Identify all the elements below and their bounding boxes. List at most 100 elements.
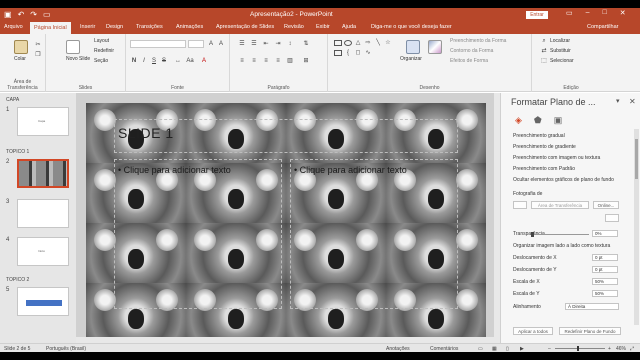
new-slide-button[interactable]: Novo Slide	[66, 56, 90, 62]
arrange-button[interactable]: Organizar	[400, 56, 422, 62]
slide-thumbnail-5[interactable]	[17, 287, 69, 316]
oval-shape-icon[interactable]	[344, 40, 352, 46]
transparency-input[interactable]: 0%	[592, 230, 618, 237]
hide-graphics-checkbox[interactable]: Ocultar elementos gráficos de plano de f…	[513, 177, 614, 183]
increase-indent-icon[interactable]: ⇥	[274, 41, 282, 48]
present-icon[interactable]: ▭	[43, 10, 51, 20]
tab-ajuda[interactable]: Ajuda	[342, 24, 356, 30]
offset-x-input[interactable]: 0 pt	[592, 254, 618, 261]
tab-design[interactable]: Design	[106, 24, 123, 30]
apply-all-button[interactable]: Aplicar a todos	[513, 327, 553, 335]
sorter-view-icon[interactable]: ▦	[492, 346, 497, 352]
arrange-icon[interactable]	[406, 40, 420, 54]
section-topico-1[interactable]: TOPICO 1	[6, 149, 29, 155]
zoom-out-icon[interactable]: –	[548, 346, 551, 352]
decrease-indent-icon[interactable]: ⇤	[262, 41, 270, 48]
quick-styles-icon[interactable]	[428, 40, 442, 54]
gradual-fill-option[interactable]: Preenchimento gradual	[513, 133, 565, 139]
language-indicator[interactable]: Português (Brasil)	[46, 346, 86, 352]
replace-button[interactable]: Substituir	[550, 48, 571, 54]
placeholder-text-right[interactable]: • Clique para adicionar texto	[294, 165, 407, 175]
char-spacing-icon[interactable]: ↔	[174, 58, 182, 65]
signin-button[interactable]: Entrar	[526, 11, 548, 19]
share-button[interactable]: Compartilhar	[587, 24, 618, 30]
scale-x-input[interactable]: 50%	[592, 278, 618, 285]
slideshow-view-icon[interactable]: ▶	[520, 346, 524, 352]
underline-button[interactable]: S	[150, 58, 158, 65]
shrink-font-icon[interactable]: A	[217, 41, 225, 48]
tab-arquivo[interactable]: Arquivo	[4, 24, 23, 30]
tab-transicoes[interactable]: Transições	[136, 24, 163, 30]
comments-button[interactable]: Comentários	[430, 346, 458, 352]
grow-font-icon[interactable]: A	[207, 41, 215, 48]
reset-background-button[interactable]: Redefinir Plano de Fundo	[559, 327, 621, 335]
fill-bucket-icon[interactable]: ◈	[515, 115, 522, 126]
zoom-in-icon[interactable]: +	[608, 346, 611, 352]
tile-texture-checkbox[interactable]: Organizar imagem lado a lado como textur…	[513, 243, 610, 249]
shape-outline-button[interactable]: Contorno da Forma	[450, 48, 493, 54]
transparency-slider[interactable]	[531, 232, 589, 237]
smartart-icon[interactable]: ⊞	[302, 58, 310, 65]
line-shape-icon[interactable]: ╲	[374, 40, 382, 47]
bold-button[interactable]: N	[130, 58, 138, 65]
notes-button[interactable]: Anotações	[386, 346, 410, 352]
picture-fill-option[interactable]: Preenchimento com imagem ou textura	[513, 155, 600, 161]
offset-y-input[interactable]: 0 pt	[592, 266, 618, 273]
slide-thumbnail-2[interactable]	[17, 159, 69, 188]
minimize-icon[interactable]: –	[586, 9, 590, 17]
ribbon-display-icon[interactable]: ▭	[566, 9, 573, 17]
brace-shape-icon[interactable]: {	[344, 50, 352, 57]
pane-scrollbar[interactable]	[634, 129, 639, 325]
line-spacing-icon[interactable]: ↕	[286, 41, 294, 48]
textbox-shape-icon[interactable]	[334, 50, 342, 56]
paste-button[interactable]: Colar	[14, 56, 26, 62]
section-topico-2[interactable]: TOPICO 2	[6, 277, 29, 283]
alignment-select[interactable]: À Direita	[565, 303, 619, 310]
tab-exibir[interactable]: Exibir	[316, 24, 330, 30]
close-icon[interactable]: ✕	[629, 97, 636, 106]
zoom-slider-thumb[interactable]	[577, 346, 579, 351]
callout-shape-icon[interactable]: ◻	[354, 50, 362, 57]
tab-inserir[interactable]: Inserir	[80, 24, 95, 30]
reset-button[interactable]: Redefinir	[94, 48, 114, 54]
paste-icon[interactable]	[14, 40, 28, 54]
clipboard-button[interactable]: Área de Transferência	[531, 201, 589, 209]
pane-options-icon[interactable]: ▾	[616, 97, 620, 105]
slide-canvas[interactable]: SLIDE 1 • Clique para adicionar texto • …	[86, 103, 486, 343]
select-icon[interactable]: ⬚	[540, 58, 548, 65]
content-placeholder-left[interactable]	[114, 159, 282, 309]
placeholder-text-left[interactable]: • Clique para adicionar texto	[118, 165, 231, 175]
columns-icon[interactable]: ▥	[286, 58, 294, 65]
star-shape-icon[interactable]: ☆	[384, 40, 392, 47]
find-icon[interactable]: ⌕	[540, 38, 548, 45]
reading-view-icon[interactable]: ▯	[506, 346, 509, 352]
cut-icon[interactable]: ✂	[34, 42, 42, 49]
copy-icon[interactable]: ❐	[34, 52, 42, 59]
slide-thumbnail-1[interactable]: Capa	[17, 107, 69, 136]
italic-button[interactable]: I	[140, 58, 148, 65]
undo-icon[interactable]: ↶	[18, 10, 25, 20]
gradient-fill-option[interactable]: Preenchimento de gradiente	[513, 144, 576, 150]
align-center-icon[interactable]: ≡	[250, 58, 258, 65]
effects-pentagon-icon[interactable]: ⬟	[534, 115, 542, 126]
replace-icon[interactable]: ⇄	[540, 48, 548, 55]
slide-title[interactable]: SLIDE 1	[118, 125, 174, 141]
zoom-slider[interactable]	[555, 346, 605, 351]
rectangle-shape-icon[interactable]	[334, 40, 342, 46]
align-left-icon[interactable]: ≡	[238, 58, 246, 65]
bullets-icon[interactable]: ☰	[238, 41, 246, 48]
scale-y-input[interactable]: 50%	[592, 290, 618, 297]
online-button[interactable]: Online...	[593, 201, 619, 209]
content-placeholder-right[interactable]	[290, 159, 458, 309]
change-case-icon[interactable]: Aa	[186, 58, 194, 65]
tab-pagina-inicial[interactable]: Página Inicial	[30, 22, 71, 34]
triangle-shape-icon[interactable]: △	[354, 40, 362, 47]
file-button[interactable]	[513, 201, 527, 209]
tab-revisao[interactable]: Revisão	[284, 24, 304, 30]
redo-icon[interactable]: ↷	[30, 10, 37, 20]
text-direction-icon[interactable]: ⇅	[302, 41, 310, 48]
find-button[interactable]: Localizar	[550, 38, 570, 44]
font-name-input[interactable]	[130, 40, 186, 48]
section-button[interactable]: Seção	[94, 58, 108, 64]
font-color-icon[interactable]: A	[200, 58, 208, 65]
